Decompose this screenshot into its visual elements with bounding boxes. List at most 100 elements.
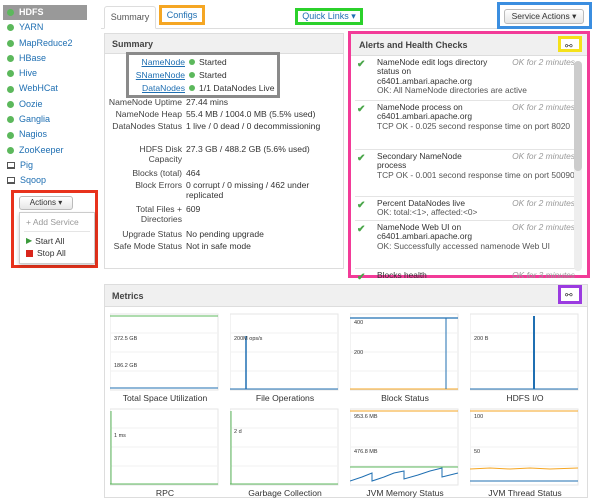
- sidebar-item-oozie[interactable]: Oozie: [3, 97, 97, 112]
- status-dot-icon: [7, 116, 14, 124]
- summary-key: Upgrade Status: [122, 229, 182, 239]
- components-box: NameNode Started SNameNode Started DataNodes…: [126, 52, 280, 98]
- summary-value: 464: [186, 168, 201, 178]
- sidebar-item-webhcat[interactable]: WebHCat: [3, 81, 97, 96]
- check-icon: ✔: [357, 59, 366, 70]
- summary-key: NameNode Uptime: [108, 97, 182, 107]
- chart-plot: 2 d: [230, 408, 339, 486]
- tick-label: 186.2 GB: [114, 363, 138, 369]
- alerts-link-button[interactable]: ⚯: [558, 36, 582, 52]
- tick-label: 400: [354, 320, 363, 326]
- sidebar-item-label: WebHCat: [19, 83, 58, 94]
- alert-item[interactable]: ✔ NameNode process on c6401.ambari.apache…: [355, 102, 577, 150]
- summary-row: DataNodes Status 1 live / 0 dead / 0 deco…: [105, 121, 341, 132]
- component-status: Started: [199, 70, 227, 80]
- sidebar-item-label: MapReduce2: [19, 37, 73, 48]
- summary-value: 55.4 MB / 1004.0 MB (5.5% used): [186, 109, 316, 119]
- summary-value: 0 corrupt / 0 missing / 462 under replic…: [186, 180, 310, 200]
- summary-row: NameNode Heap 55.4 MB / 1004.0 MB (5.5% u…: [105, 109, 341, 120]
- alert-item[interactable]: ✔ Percent DataNodes live OK for 2 minutes O…: [355, 198, 577, 221]
- metric-chart[interactable]: 1 ms RPC: [110, 407, 220, 498]
- summary-row: Safe Mode Status Not in safe mode: [105, 241, 341, 252]
- alert-status: OK for 3 minutes: [512, 270, 575, 280]
- chart-plot: 400 200: [350, 313, 459, 391]
- summary-key: DataNodes Status: [112, 121, 182, 131]
- metric-chart[interactable]: 200 B HDFS I/O: [470, 312, 580, 403]
- sidebar-item-sqoop[interactable]: Sqoop: [3, 173, 97, 188]
- play-icon: ▶: [26, 236, 33, 245]
- alert-message: TCP OK - 0.001 second response time on p…: [377, 170, 575, 180]
- component-link[interactable]: NameNode: [129, 57, 189, 67]
- alert-status: OK for 2 minutes: [512, 198, 575, 208]
- alert-status: OK for 2 minutes: [512, 222, 575, 232]
- status-dot-icon: [7, 39, 14, 47]
- summary-value: 27.3 GB / 488.2 GB (5.6% used): [186, 144, 310, 154]
- tab-configs[interactable]: Configs: [159, 5, 205, 25]
- summary-key: NameNode Heap: [115, 109, 182, 119]
- metric-chart[interactable]: 400 200 Block Status: [350, 312, 460, 403]
- sidebar-item-nagios[interactable]: Nagios: [3, 127, 97, 142]
- component-link[interactable]: SNameNode: [129, 70, 189, 80]
- metric-chart[interactable]: 200M ops/s File Operations: [230, 312, 340, 403]
- chart-caption: HDFS I/O: [506, 393, 544, 403]
- sidebar-item-mapreduce2[interactable]: MapReduce2: [3, 36, 97, 51]
- sidebar-item-yarn[interactable]: YARN: [3, 20, 97, 35]
- sidebar-item-label: Ganglia: [19, 114, 51, 125]
- tick-label: 100: [474, 414, 483, 420]
- sidebar-item-label: ZooKeeper: [19, 144, 64, 155]
- alert-status: OK for 2 minutes: [512, 57, 575, 67]
- chart-caption: JVM Thread Status: [488, 488, 562, 498]
- summary-value: 1 live / 0 dead / 0 decommissioning: [186, 121, 321, 131]
- summary-value: 609: [186, 204, 201, 214]
- alert-item[interactable]: ✔ NameNode edit logs directory status on …: [355, 57, 577, 101]
- sidebar-item-hdfs[interactable]: HDFS: [3, 5, 87, 21]
- add-service-item[interactable]: + Add Service: [20, 216, 94, 228]
- sidebar-item-pig[interactable]: Pig: [3, 158, 97, 173]
- summary-row: Block Errors 0 corrupt / 0 missing / 462 …: [105, 180, 341, 200]
- sidebar-item-zookeeper[interactable]: ZooKeeper: [3, 143, 97, 158]
- quick-links-dropdown[interactable]: Quick Links ▾: [295, 8, 363, 25]
- metrics-title: Metrics: [105, 285, 587, 307]
- stop-all-item[interactable]: Stop All: [20, 247, 94, 259]
- status-dot-icon: [189, 85, 195, 91]
- service-actions-highlight: Service Actions ▾: [497, 2, 592, 29]
- sidebar-item-ganglia[interactable]: Ganglia: [3, 112, 97, 127]
- metric-chart[interactable]: 2 d Garbage Collection: [230, 407, 340, 498]
- alert-item[interactable]: ✔ Blocks health OK for 3 minutes: [355, 270, 577, 280]
- metrics-link-button[interactable]: ⚯: [558, 285, 582, 304]
- alert-item[interactable]: ✔ NameNode Web UI on c6401.ambari.apache.…: [355, 222, 577, 269]
- service-actions-button[interactable]: Service Actions ▾: [504, 9, 584, 24]
- chart-plot: 200 B: [470, 313, 579, 391]
- sidebar-item-label: Hive: [19, 68, 38, 79]
- summary-key: Blocks (total): [132, 168, 182, 178]
- tick-label: 2 d: [234, 429, 242, 435]
- component-status: Started: [199, 57, 227, 67]
- scrollbar-thumb[interactable]: [574, 61, 582, 171]
- sidebar-item-label: Nagios: [19, 129, 48, 140]
- status-dot-icon: [7, 85, 14, 93]
- tab-summary[interactable]: Summary: [104, 6, 156, 29]
- metric-chart[interactable]: 100 50 JVM Thread Status: [470, 407, 580, 498]
- summary-panel: Summary NameNode Started SNameNode Started D…: [104, 33, 344, 269]
- start-all-item[interactable]: ▶ Start All: [20, 235, 94, 247]
- sidebar-item-hive[interactable]: Hive: [3, 66, 97, 81]
- tick-label: 50: [474, 449, 480, 455]
- status-dot-icon: [7, 24, 14, 32]
- alerts-title: Alerts and Health Checks: [351, 34, 587, 56]
- check-icon: ✔: [357, 104, 366, 115]
- metric-chart[interactable]: 372.5 GB 186.2 GB Total Space Utilization: [110, 312, 220, 403]
- sidebar-item-hbase[interactable]: HBase: [3, 51, 97, 66]
- alerts-scrollbar[interactable]: [574, 61, 582, 271]
- actions-dropdown-button[interactable]: Actions ▾: [19, 196, 73, 210]
- metric-chart[interactable]: 953.6 MB 476.8 MB JVM Memory Status: [350, 407, 460, 498]
- chart-plot: 953.6 MB 476.8 MB: [350, 408, 459, 486]
- tick-label: 200: [354, 350, 363, 356]
- tick-label: 476.8 MB: [354, 449, 378, 455]
- chart-caption: RPC: [155, 488, 175, 498]
- component-link[interactable]: DataNodes: [129, 83, 189, 93]
- alert-item[interactable]: ✔ Secondary NameNode process OK for 2 minu…: [355, 151, 577, 197]
- chart-caption: Total Space Utilization: [122, 393, 208, 403]
- component-row: SNameNode Started: [129, 70, 277, 80]
- caret-down-icon: ▾: [351, 11, 356, 21]
- client-icon: [7, 177, 15, 185]
